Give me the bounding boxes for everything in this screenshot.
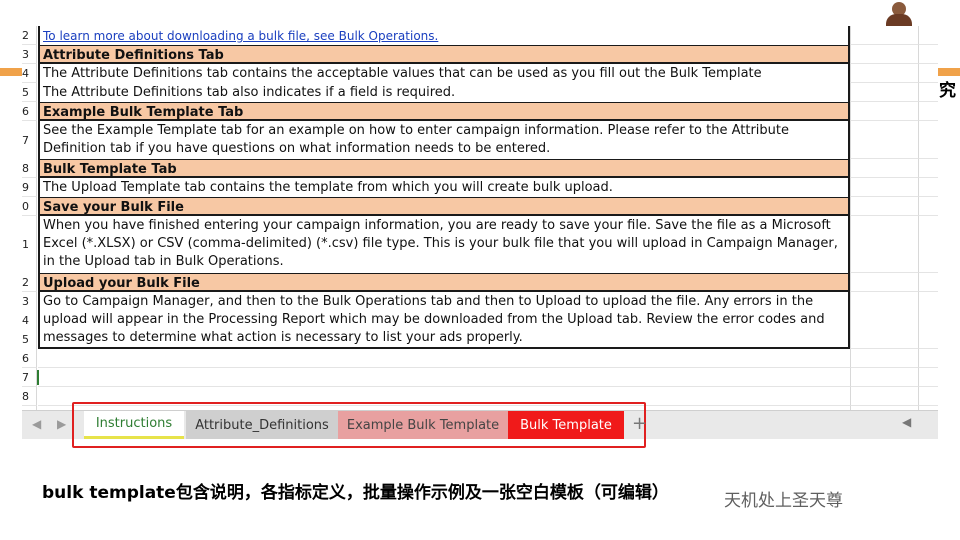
empty-cell[interactable] [918,368,938,387]
empty-cell[interactable] [918,26,938,45]
row-number[interactable]: 9 [22,178,37,197]
empty-cell[interactable] [850,368,919,387]
tab-attribute-definitions[interactable]: Attribute_Definitions [186,411,338,439]
section-header-cell[interactable]: Save your Bulk File [38,197,850,216]
empty-cell[interactable] [850,216,919,273]
text-cell[interactable]: The Upload Template tab contains the tem… [38,178,850,197]
row-number[interactable]: 5 [22,330,37,350]
empty-cell[interactable] [850,273,919,292]
empty-cell[interactable] [918,178,938,197]
tab-instructions[interactable]: Instructions [84,411,184,439]
row-number[interactable]: 2 [22,273,37,292]
row-number[interactable]: 0 [22,197,37,216]
section-header-cell[interactable]: Bulk Template Tab [38,159,850,178]
table-row: 0 Save your Bulk File [22,197,938,216]
table-row: 7 [22,368,938,387]
row-number[interactable]: 7 [22,121,37,160]
empty-cell[interactable] [850,45,919,64]
section-header-cell[interactable]: Example Bulk Template Tab [38,102,850,121]
table-row: 5 The Attribute Definitions tab also indi… [22,83,938,102]
empty-cell[interactable] [918,121,938,159]
empty-cell[interactable] [850,26,919,45]
row-number[interactable]: 2 [22,26,37,45]
tab-bulk-template[interactable]: Bulk Template [508,411,624,439]
table-row: 6 [22,349,938,368]
text-cell[interactable] [38,349,850,368]
table-row: 6 Example Bulk Template Tab [22,102,938,121]
empty-cell[interactable] [850,178,919,197]
text-cell[interactable]: The Attribute Definitions tab also indic… [38,83,850,102]
empty-cell[interactable] [850,349,919,368]
text-cell[interactable]: Go to Campaign Manager, and then to the … [38,292,850,349]
empty-cell[interactable] [850,102,919,121]
row-number[interactable]: 6 [22,349,37,368]
empty-cell[interactable] [850,387,919,406]
table-row: 4 The Attribute Definitions tab contains … [22,64,938,83]
empty-cell[interactable] [918,387,938,406]
row-number[interactable]: 3 [22,45,37,64]
section-header-cell[interactable]: Upload your Bulk File [38,273,850,292]
table-row: 3 4 5 Go to Campaign Manager, and then to t… [22,292,938,350]
empty-cell[interactable] [918,292,938,349]
empty-cell[interactable] [918,273,938,292]
empty-cell[interactable] [918,216,938,273]
text-cell[interactable] [38,368,850,387]
empty-cell[interactable] [918,159,938,178]
row-number[interactable]: 5 [22,83,37,102]
table-row: 2 Upload your Bulk File [22,273,938,292]
table-row: 2 To learn more about downloading a bulk … [22,26,938,45]
table-row: 8 Bulk Template Tab [22,159,938,178]
table-row: 9 The Upload Template tab contains the te… [22,178,938,197]
row-number-stack: 345 [22,292,37,350]
table-row: 3 Attribute Definitions Tab [22,45,938,64]
spreadsheet-grid: 2 To learn more about downloading a bulk … [22,26,938,410]
empty-cell[interactable] [918,197,938,216]
empty-cell[interactable] [850,292,919,349]
row-number[interactable]: 8 [22,387,37,406]
add-sheet-icon[interactable]: + [632,413,647,434]
section-header-cell[interactable]: Attribute Definitions Tab [38,45,850,64]
row-number[interactable]: 4 [22,64,37,83]
row-number[interactable]: 7 [22,368,37,387]
presenter-thumbnail [880,0,918,26]
row-number[interactable]: 4 [22,311,37,331]
empty-cell[interactable] [850,121,919,159]
text-cell[interactable]: When you have finished entering your cam… [38,216,850,273]
scroll-left-icon[interactable]: ◀ [902,415,911,429]
empty-cell[interactable] [850,197,919,216]
presenter-body [886,14,912,26]
empty-cell[interactable] [918,64,938,83]
text-cell[interactable]: See the Example Template tab for an exam… [38,121,850,159]
slide-caption: bulk template包含说明，各指标定义，批量操作示例及一张空白模板（可编… [42,483,669,503]
empty-cell[interactable] [918,83,938,102]
row-number-stack: 1 [22,216,37,274]
empty-cell[interactable] [918,102,938,121]
empty-cell[interactable] [918,349,938,368]
table-row: 1 When you have finished entering your ca… [22,216,938,274]
row-number[interactable]: 1 [22,216,37,274]
text-cell[interactable]: The Attribute Definitions tab contains t… [38,64,850,83]
slide-accent-left [0,68,24,76]
watermark-text: 天机处上圣天尊 [724,491,843,511]
tab-example-bulk-template[interactable]: Example Bulk Template [338,411,508,439]
link-cell[interactable]: To learn more about downloading a bulk f… [38,26,850,45]
empty-cell[interactable] [918,45,938,64]
empty-cell[interactable] [850,159,919,178]
row-number-stack: 7 [22,121,37,160]
slide-title-fragment: 究 [939,81,956,101]
active-cell-marker [37,370,39,385]
row-number[interactable]: 3 [22,292,37,312]
empty-cell[interactable] [850,64,919,83]
row-number[interactable]: 8 [22,159,37,178]
sheet-tab-bar: ◀ ▶ Instructions Attribute_Definitions E… [22,402,938,448]
empty-cell[interactable] [850,83,919,102]
sheet-nav-arrows[interactable]: ◀ ▶ [32,417,72,431]
table-row: 7 See the Example Template tab for an exa… [22,121,938,160]
row-number[interactable]: 6 [22,102,37,121]
